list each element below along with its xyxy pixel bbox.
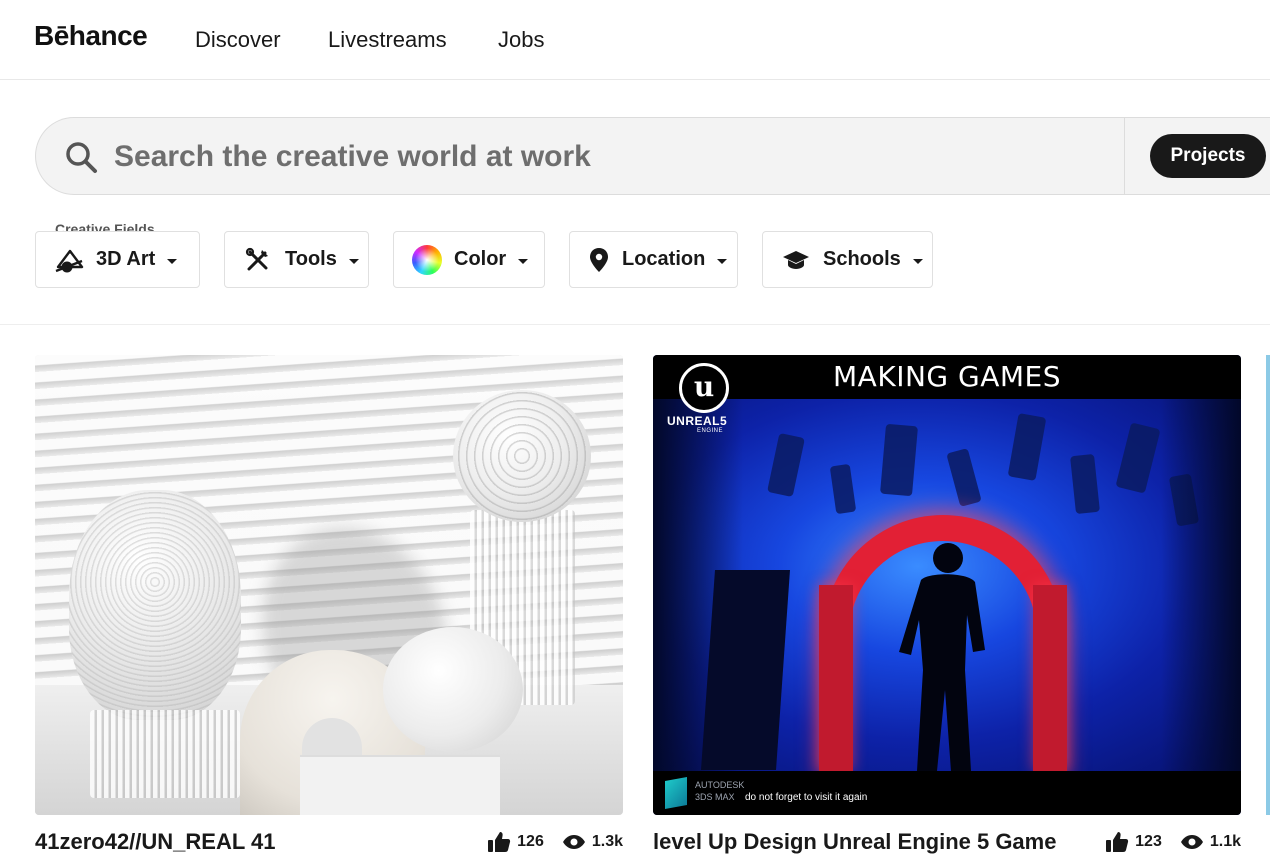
unreal-engine-logo: u bbox=[679, 363, 729, 413]
thumbs-up-icon bbox=[1106, 832, 1129, 852]
views-count: 1.1k bbox=[1180, 833, 1241, 851]
filter-schools[interactable]: Schools bbox=[762, 231, 933, 288]
chevron-down-icon bbox=[518, 258, 529, 264]
eye-icon bbox=[562, 835, 585, 849]
section-divider bbox=[0, 324, 1270, 325]
filter-location[interactable]: Location bbox=[569, 231, 738, 288]
chevron-down-icon bbox=[717, 258, 728, 264]
filter-color[interactable]: Color bbox=[393, 231, 545, 288]
unreal-engine-name: UNREAL5 bbox=[667, 414, 728, 428]
color-wheel-icon bbox=[412, 244, 442, 275]
filter-schools-label: Schools bbox=[823, 248, 901, 270]
nav-livestreams[interactable]: Livestreams bbox=[328, 27, 447, 53]
top-navigation-bar: Bēhance Discover Livestreams Jobs bbox=[0, 0, 1270, 80]
filter-location-label: Location bbox=[622, 248, 706, 270]
search-separator bbox=[1124, 118, 1125, 194]
thumbnail-footer-note: do not forget to visit it again bbox=[745, 792, 868, 803]
thumbs-up-icon bbox=[488, 832, 511, 852]
unreal-engine-sub: ENGINE bbox=[697, 428, 724, 434]
search-bar bbox=[35, 117, 1270, 195]
search-icon bbox=[66, 142, 97, 173]
search-input[interactable] bbox=[114, 134, 1014, 180]
filter-3d-art-label: 3D Art bbox=[96, 248, 156, 270]
project-card[interactable]: MAKING GAMES u UNREAL5 ENGINE AUTODESK 3… bbox=[653, 355, 1241, 854]
character-silhouette bbox=[899, 543, 985, 771]
next-card-edge[interactable] bbox=[1266, 355, 1270, 815]
thumbnail-heading-band: MAKING GAMES bbox=[653, 355, 1241, 399]
location-pin-icon bbox=[584, 245, 614, 275]
project-title[interactable]: 41zero42//UN_REAL 41 bbox=[35, 829, 276, 855]
nav-discover[interactable]: Discover bbox=[195, 27, 281, 53]
filter-3d-art[interactable]: 3D Art bbox=[35, 231, 200, 288]
thumbnail-footer-band: AUTODESK 3DS MAX do not forget to visit … bbox=[653, 771, 1241, 815]
project-thumbnail[interactable]: MAKING GAMES u UNREAL5 ENGINE AUTODESK 3… bbox=[653, 355, 1241, 815]
views-count: 1.3k bbox=[562, 833, 623, 851]
3d-art-icon bbox=[54, 245, 84, 275]
filter-color-label: Color bbox=[454, 248, 507, 270]
project-stats: 123 1.1k bbox=[1087, 831, 1241, 853]
chevron-down-icon bbox=[348, 258, 359, 264]
behance-logo[interactable]: Bēhance bbox=[34, 20, 148, 52]
autodesk-brand: AUTODESK 3DS MAX bbox=[695, 780, 745, 802]
graduation-cap-icon bbox=[781, 245, 811, 275]
project-thumbnail[interactable] bbox=[35, 355, 623, 815]
thumbnail-heading: MAKING GAMES bbox=[833, 360, 1061, 393]
likes-count: 126 bbox=[487, 831, 544, 853]
chevron-down-icon bbox=[167, 258, 178, 264]
chevron-down-icon bbox=[912, 258, 923, 264]
filter-tools-label: Tools bbox=[285, 248, 337, 270]
likes-count: 123 bbox=[1105, 831, 1162, 853]
project-title[interactable]: level Up Design Unreal Engine 5 Game bbox=[653, 829, 1056, 855]
filter-tools[interactable]: Tools bbox=[224, 231, 369, 288]
tools-icon bbox=[243, 245, 273, 275]
project-card[interactable]: 41zero42//UN_REAL 41 126 1.3k bbox=[35, 355, 623, 854]
eye-icon bbox=[1180, 835, 1203, 849]
project-stats: 126 1.3k bbox=[469, 831, 623, 853]
autodesk-logo-icon bbox=[665, 777, 687, 809]
search-scope-projects-button[interactable]: Projects bbox=[1150, 134, 1266, 178]
nav-jobs[interactable]: Jobs bbox=[498, 27, 544, 53]
